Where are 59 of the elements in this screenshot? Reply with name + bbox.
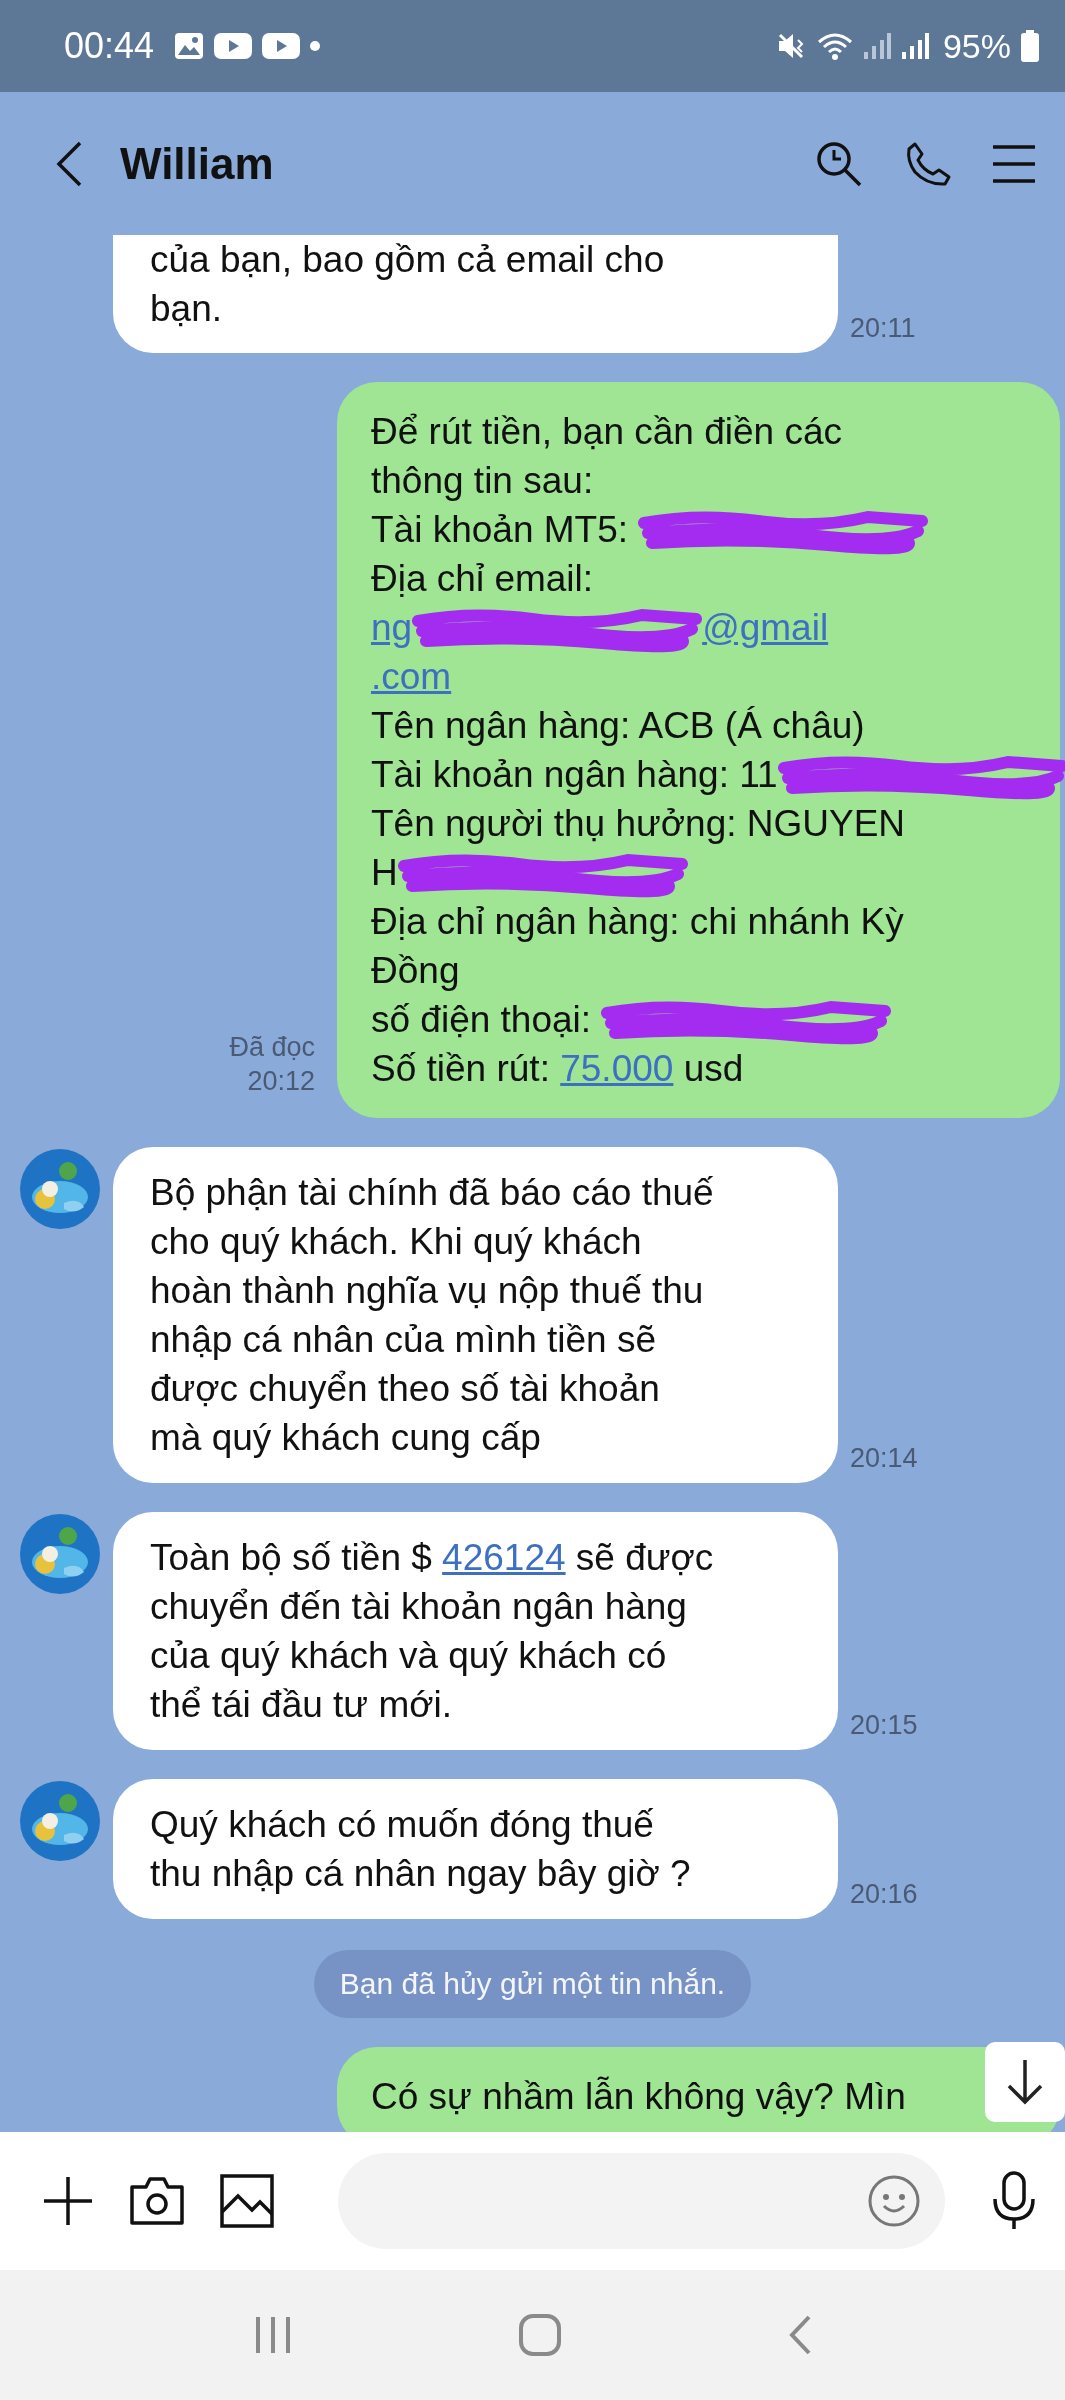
message-text: Tên người thụ hưởng: NGUYEN	[371, 803, 906, 844]
emoji-icon[interactable]	[867, 2174, 921, 2228]
message-text: của quý khách và quý khách có	[150, 1635, 667, 1676]
menu-icon[interactable]	[993, 143, 1035, 184]
signal-icon	[900, 32, 929, 60]
link[interactable]: .com	[371, 656, 452, 697]
battery-level: 95%	[942, 26, 1011, 66]
message-time: 20:16	[850, 1878, 918, 1911]
message-time: 20:11	[850, 312, 916, 345]
message-text: sẽ được	[574, 1537, 714, 1578]
wifi-icon	[816, 32, 853, 60]
microphone-icon[interactable]	[991, 2171, 1037, 2231]
message-text: Tên ngân hàng: ACB (Á châu)	[371, 705, 865, 746]
message-text: Số tiền rút:	[371, 1048, 551, 1089]
message-text: Để rút tiền, bạn cần điền các	[371, 411, 842, 452]
phone-icon[interactable]	[905, 140, 951, 187]
message-text: thể tái đầu tư mới.	[150, 1684, 452, 1725]
video-icon	[214, 33, 253, 59]
link[interactable]: 426124	[442, 1537, 566, 1578]
message-text: thông tin sau:	[371, 460, 594, 501]
message-text: Đồng	[371, 950, 460, 991]
message-time: 20:14	[850, 1442, 918, 1475]
plus-icon[interactable]	[42, 2175, 94, 2227]
message-time: 20:12	[247, 1065, 315, 1098]
avatar-icon[interactable]	[20, 1514, 100, 1594]
message-text: Toàn bộ số tiền $	[150, 1537, 433, 1578]
signal-icon	[862, 32, 891, 60]
message-text: usd	[682, 1048, 744, 1089]
avatar-icon[interactable]	[20, 1781, 100, 1861]
battery-icon	[1021, 30, 1039, 62]
avatar-icon[interactable]	[20, 1149, 100, 1229]
link[interactable]: ng	[371, 607, 413, 648]
picture-icon	[174, 32, 205, 60]
message-text: Tài khoản MT5:	[371, 509, 630, 550]
message-text: Có sự nhầm lẫn không vậy? Mìn	[371, 2075, 906, 2119]
message-text: Quý khách có muốn đóng thuế thu nhập cá nhân ngay bây giờ ?	[150, 1803, 691, 1896]
message-text: số điện thoại:	[371, 999, 593, 1040]
message-text: Địa chỉ email:	[371, 558, 594, 599]
message-text: Bộ phận tài chính đã báo cáo thuế cho quý khách. Khi quý khách hoàn thành nghĩa vụ nộp thuế thu nhập cá nhân của mình tiền sẽ được chuyển theo số tài khoản mà quý khách cung cấp	[150, 1171, 714, 1460]
camera-icon[interactable]	[128, 2175, 186, 2227]
link[interactable]: @gmail	[702, 607, 829, 648]
message-text: Địa chỉ ngân hàng: chi nhánh Kỳ	[371, 901, 904, 942]
message-text: của bạn, bao gồm cả email cho bạn.	[150, 238, 665, 331]
back-icon[interactable]	[54, 139, 84, 188]
message-text: H	[371, 852, 398, 893]
message-time: 20:15	[850, 1709, 918, 1742]
message-text: Tài khoản ngân hàng: 11	[371, 754, 778, 795]
chat-title: William	[120, 138, 274, 189]
read-receipt: Đã đọc	[229, 1031, 315, 1064]
scroll-down-button[interactable]	[985, 2042, 1065, 2122]
search-icon[interactable]	[815, 139, 863, 188]
video-icon	[262, 33, 301, 59]
link[interactable]: 75.000	[560, 1048, 674, 1089]
message-text: chuyển đến tài khoản ngân hàng	[150, 1586, 687, 1627]
home-icon[interactable]	[519, 2314, 562, 2356]
dot-icon	[310, 41, 321, 51]
image-icon[interactable]	[220, 2174, 274, 2228]
system-notice: Bạn đã hủy gửi một tin nhắn.	[313, 1950, 752, 2018]
clock: 00:44	[64, 25, 155, 67]
